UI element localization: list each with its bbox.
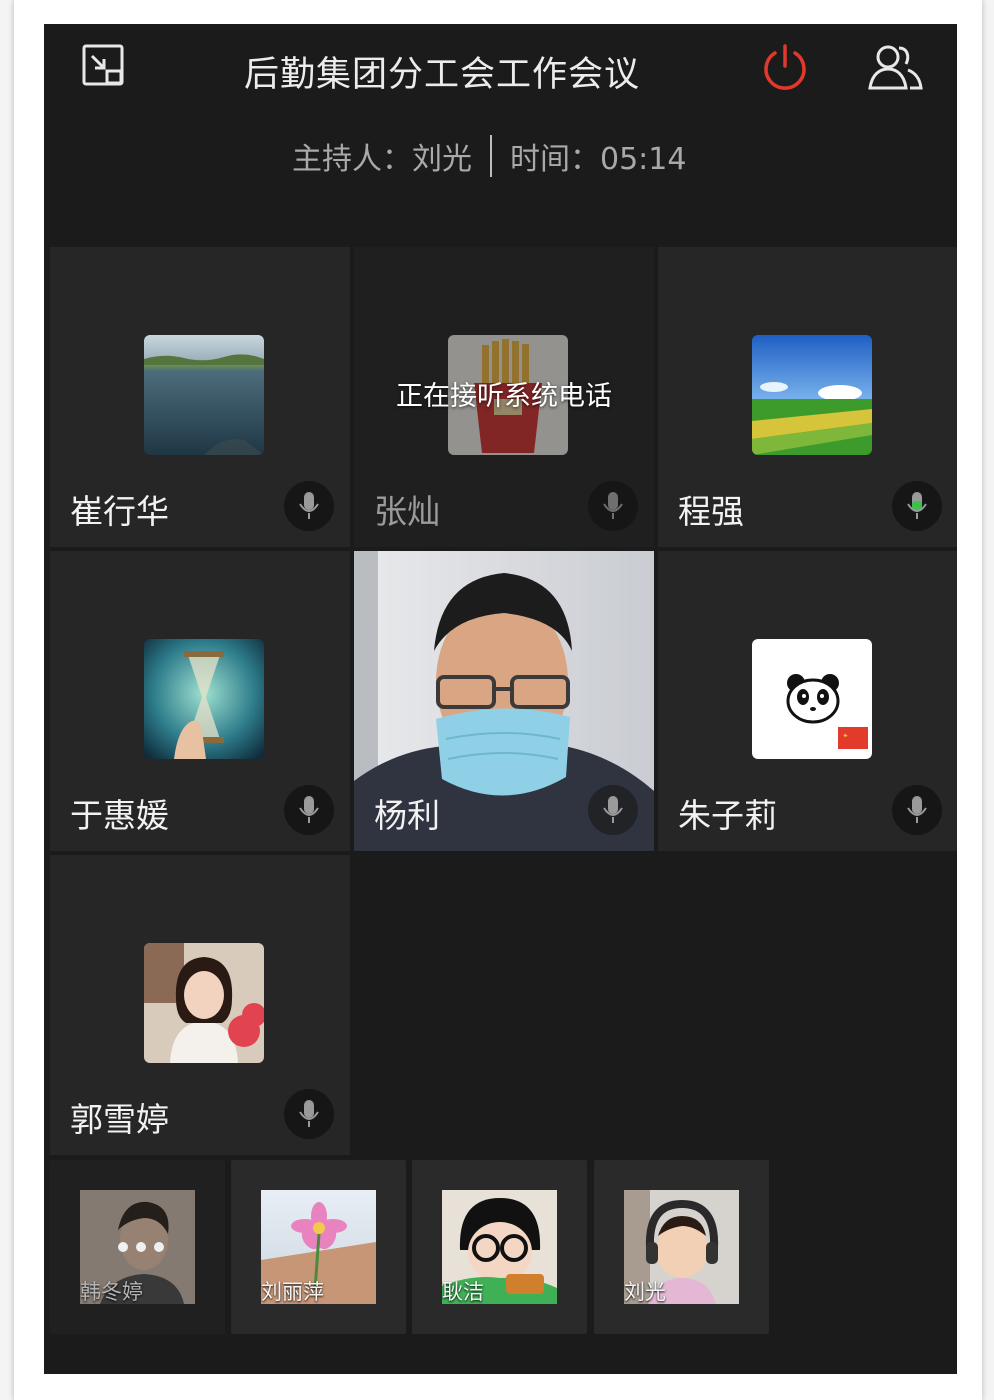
participant-name: 崔行华 xyxy=(70,492,169,531)
host-label: 主持人：刘光 xyxy=(292,142,472,177)
mic-icon[interactable] xyxy=(284,481,334,531)
participant-name: 张灿 xyxy=(374,492,440,531)
strip-participant[interactable]: 韩冬婷 xyxy=(50,1160,225,1334)
participant-name: 刘丽萍 xyxy=(261,1280,324,1304)
avatar-hourglass-image xyxy=(144,639,264,759)
participant-name: 韩冬婷 xyxy=(80,1280,143,1304)
minimize-window-icon[interactable] xyxy=(80,42,130,96)
avatar-panda-image xyxy=(752,639,872,759)
meeting-screen: 后勤集团分工会工作会议 主持人：刘光 时间：05:14 崔行华 正在接听系统电话… xyxy=(44,24,957,1374)
participant-tile[interactable]: 于惠媛 xyxy=(50,551,350,851)
strip-participant[interactable]: 刘丽萍 xyxy=(231,1160,406,1334)
participant-video-tile[interactable]: 杨利 xyxy=(354,551,654,851)
avatar-field-image xyxy=(752,335,872,455)
info-divider xyxy=(490,135,492,177)
mic-icon[interactable] xyxy=(892,785,942,835)
participant-name: 程强 xyxy=(678,492,744,531)
participant-name: 郭雪婷 xyxy=(70,1100,169,1139)
mic-icon[interactable] xyxy=(284,1089,334,1139)
participant-name: 耿洁 xyxy=(442,1280,484,1304)
participant-tile[interactable]: 郭雪婷 xyxy=(50,855,350,1155)
mic-active-icon[interactable] xyxy=(892,481,942,531)
mic-icon[interactable] xyxy=(588,481,638,531)
strip-participant[interactable]: 刘光 xyxy=(594,1160,769,1334)
end-meeting-power-icon[interactable] xyxy=(760,42,810,98)
participant-tile[interactable]: 程强 xyxy=(658,247,957,547)
mic-icon[interactable] xyxy=(284,785,334,835)
strip-participant[interactable]: 耿洁 xyxy=(412,1160,587,1334)
connecting-dots-icon xyxy=(118,1242,164,1252)
participants-icon[interactable] xyxy=(866,42,924,96)
participant-name: 朱子莉 xyxy=(678,796,777,835)
system-call-status: 正在接听系统电话 xyxy=(396,381,612,412)
participant-name: 刘光 xyxy=(624,1280,666,1304)
participant-name: 杨利 xyxy=(374,796,440,835)
meeting-title: 后勤集团分工会工作会议 xyxy=(244,55,641,95)
avatar-woman-photo xyxy=(144,943,264,1063)
participant-tile[interactable]: 正在接听系统电话 张灿 xyxy=(354,247,654,547)
avatar-lake-image xyxy=(144,335,264,455)
meeting-info-bar: 主持人：刘光 时间：05:14 xyxy=(292,134,686,178)
participant-tile[interactable]: 崔行华 xyxy=(50,247,350,547)
mic-icon[interactable] xyxy=(588,785,638,835)
participant-tile[interactable]: 朱子莉 xyxy=(658,551,957,851)
participant-name: 于惠媛 xyxy=(70,796,169,835)
meeting-timer: 时间：05:14 xyxy=(510,142,687,177)
